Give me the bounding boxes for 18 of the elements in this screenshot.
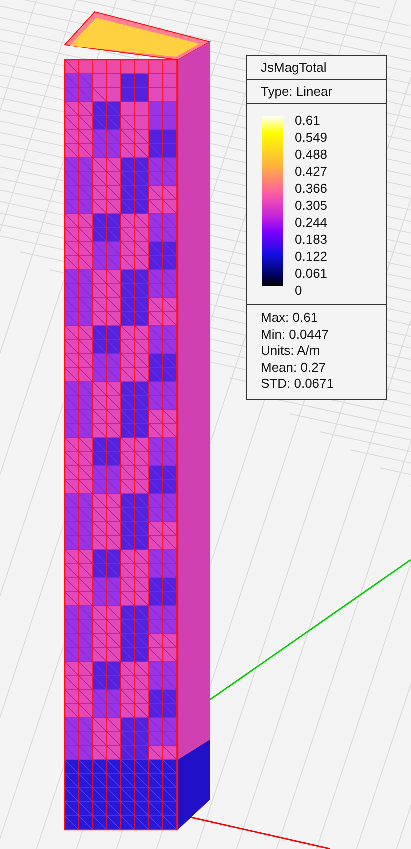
stat-text: STD: 0.0671 bbox=[261, 376, 335, 393]
stat-text: Units: A/m bbox=[261, 343, 322, 360]
scale-label: 0.183 bbox=[295, 232, 328, 248]
scale-label: 0.427 bbox=[295, 164, 328, 180]
scale-label: 0.366 bbox=[295, 181, 328, 196]
stat-text: Min: 0.0447 bbox=[261, 326, 330, 344]
scale-label: 0.488 bbox=[295, 147, 328, 162]
scale-label: 0.61 bbox=[295, 113, 322, 128]
scale-label: 0.061 bbox=[295, 266, 328, 282]
stat-text: Max: 0.61 bbox=[261, 310, 320, 327]
scale-label: 0.122 bbox=[295, 249, 328, 264]
scale-label: 0.305 bbox=[295, 198, 328, 214]
legend-type: Type: Linear bbox=[247, 80, 386, 104]
scale-label: 0.244 bbox=[295, 215, 328, 230]
scale-label: 0 bbox=[295, 283, 304, 298]
stat-text: Mean: 0.27 bbox=[261, 360, 328, 376]
scale-label: 0.549 bbox=[295, 130, 328, 146]
legend-title: JsMagTotal bbox=[247, 56, 386, 80]
